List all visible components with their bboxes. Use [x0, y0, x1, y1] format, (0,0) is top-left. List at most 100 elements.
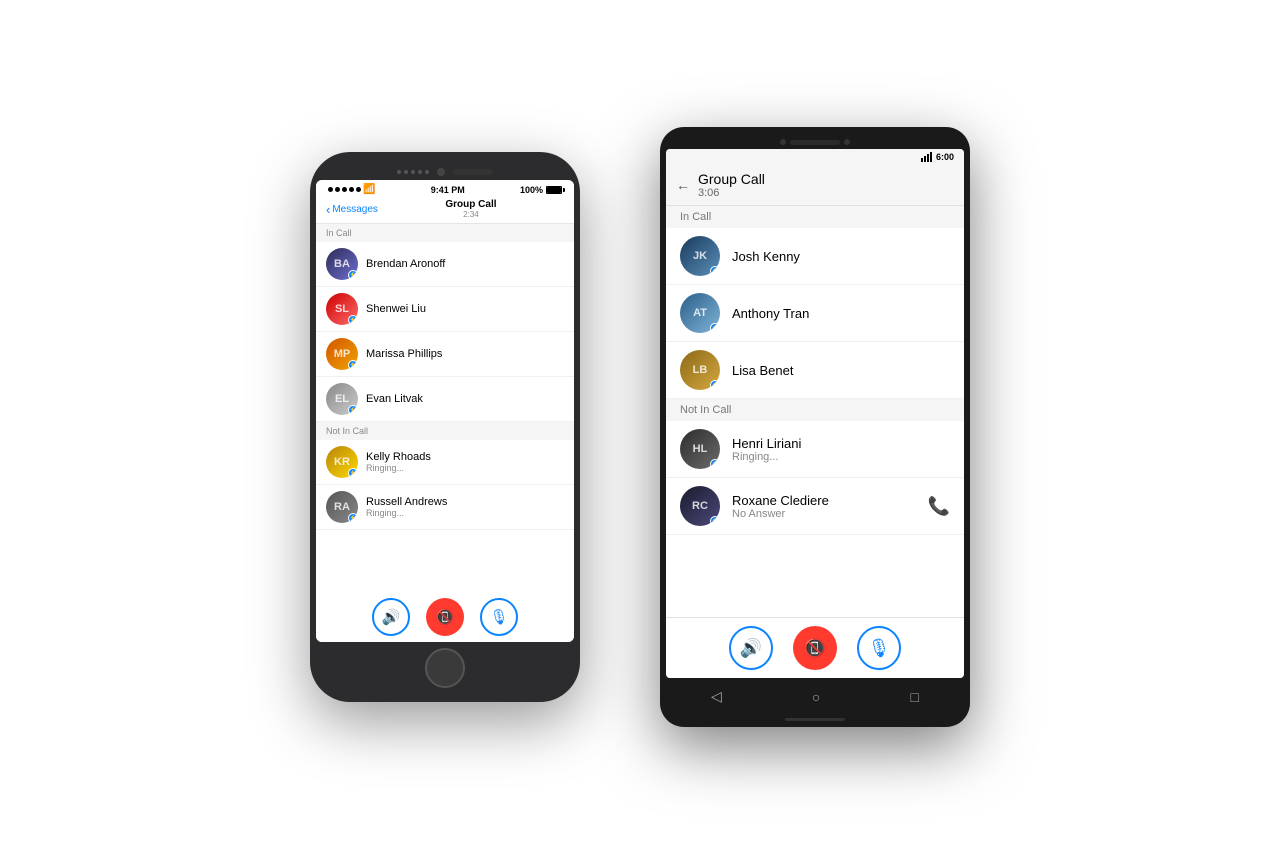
list-item: SL ⚡ Shenwei Liu	[316, 287, 574, 332]
speaker-dot-5	[425, 170, 429, 174]
avatar-russell: RA ⚡	[326, 491, 358, 523]
android-screen: 6:00 ← Group Call 3:06 In Call JK ⚡ Josh…	[666, 149, 964, 678]
contact-name: Henri Liriani	[732, 436, 801, 451]
android-list-item: RC ⚡ Roxane Clediere No Answer 📞	[666, 478, 964, 535]
home-button[interactable]	[425, 648, 465, 688]
android-call-duration: 3:06	[698, 187, 954, 199]
android-hangup-button[interactable]: 📵	[793, 626, 837, 670]
avatar-kelly: KR ⚡	[326, 446, 358, 478]
android-mute-button[interactable]: 🎙	[857, 626, 901, 670]
list-item: EL ⚡ Evan Litvak	[316, 377, 574, 422]
android-list-item: HL ⚡ Henri Liriani Ringing...	[666, 421, 964, 478]
signal-dot-5	[356, 187, 361, 192]
iphone-nav-top: ‹ Messages Group Call 2:34	[326, 199, 564, 219]
wifi-icon: 📶	[363, 184, 375, 195]
iphone-speaker	[453, 169, 493, 175]
iphone-call-list: In Call BA ⚡ Brendan Aronoff SL ⚡ Shenwe…	[316, 224, 574, 588]
iphone-screen: 📶 9:41 PM 100% ‹ Messages Group Call 2:3…	[316, 180, 574, 642]
avatar-evan: EL ⚡	[326, 383, 358, 415]
signal-bars	[921, 152, 932, 162]
signal-dots: 📶	[328, 184, 375, 195]
messenger-badge: ⚡	[348, 513, 358, 523]
speaker-dot-1	[397, 170, 401, 174]
messenger-icon: ⚡	[712, 325, 718, 331]
back-button[interactable]: ‹ Messages	[326, 202, 378, 217]
call-back-icon[interactable]: 📞	[928, 496, 950, 517]
call-title: Group Call	[378, 199, 564, 210]
messenger-badge: ⚡	[710, 516, 720, 526]
avatar-roxane: RC ⚡	[680, 486, 720, 526]
battery-icon	[546, 186, 562, 194]
signal-bar-4	[930, 152, 932, 162]
android-back-nav[interactable]: ◁	[699, 684, 734, 709]
back-label: Messages	[332, 204, 378, 215]
iphone-camera	[437, 168, 445, 176]
messenger-icon: ⚡	[350, 272, 356, 278]
contact-name: Anthony Tran	[732, 306, 809, 321]
iphone-speaker-dots	[397, 170, 429, 174]
list-item: KR ⚡ Kelly Rhoads Ringing...	[316, 440, 574, 485]
contact-status: Ringing...	[366, 508, 447, 518]
in-call-header: In Call	[316, 224, 574, 242]
signal-dot-2	[335, 187, 340, 192]
contact-name: Kelly Rhoads	[366, 451, 431, 463]
android-recent-nav[interactable]: □	[898, 685, 930, 709]
messenger-badge: ⚡	[710, 380, 720, 390]
list-item: RA ⚡ Russell Andrews Ringing...	[316, 485, 574, 530]
messenger-badge: ⚡	[348, 405, 358, 415]
battery-fill	[547, 187, 561, 193]
contact-name: Roxane Clediere	[732, 493, 829, 508]
signal-bar-3	[927, 154, 929, 162]
contact-info: Roxane Clediere No Answer	[732, 493, 829, 520]
android-call-controls: 🔊 📵 🎙	[666, 617, 964, 678]
contact-name: Josh Kenny	[732, 249, 800, 264]
messenger-badge: ⚡	[348, 270, 358, 280]
speaker-dot-2	[404, 170, 408, 174]
avatar-shenwei: SL ⚡	[326, 293, 358, 325]
android-list-item: JK ⚡ Josh Kenny	[666, 228, 964, 285]
android-list-item: LB ⚡ Lisa Benet	[666, 342, 964, 399]
signal-bar-2	[924, 156, 926, 162]
contact-status: No Answer	[732, 508, 829, 520]
battery-percent: 100%	[520, 185, 543, 195]
messenger-badge: ⚡	[710, 266, 720, 276]
contact-info: Russell Andrews Ringing...	[366, 496, 447, 518]
signal-dot-1	[328, 187, 333, 192]
iphone-device: 📶 9:41 PM 100% ‹ Messages Group Call 2:3…	[310, 152, 580, 702]
messenger-icon: ⚡	[350, 407, 356, 413]
avatar-lisa: LB ⚡	[680, 350, 720, 390]
avatar-brendan: BA ⚡	[326, 248, 358, 280]
mute-button[interactable]: 🎙	[480, 598, 518, 636]
messenger-badge: ⚡	[710, 459, 720, 469]
iphone-call-controls: 🔊 📵 🎙	[316, 588, 574, 642]
messenger-badge: ⚡	[348, 360, 358, 370]
hangup-button[interactable]: 📵	[426, 598, 464, 636]
speaker-button[interactable]: 🔊	[372, 598, 410, 636]
iphone-nav-bar: ‹ Messages Group Call 2:34	[316, 197, 574, 224]
android-home-nav[interactable]: ○	[800, 685, 832, 709]
messenger-icon: ⚡	[712, 268, 718, 274]
back-arrow-icon[interactable]: ←	[676, 177, 690, 193]
contact-info: Kelly Rhoads Ringing...	[366, 451, 431, 473]
avatar-henri: HL ⚡	[680, 429, 720, 469]
android-speaker-button[interactable]: 🔊	[729, 626, 773, 670]
messenger-icon: ⚡	[712, 382, 718, 388]
messenger-icon: ⚡	[350, 317, 356, 323]
android-app-bar: ← Group Call 3:06	[666, 165, 964, 206]
messenger-badge: ⚡	[710, 323, 720, 333]
android-sensor-dot	[844, 139, 850, 145]
messenger-icon: ⚡	[350, 515, 356, 521]
android-device: 6:00 ← Group Call 3:06 In Call JK ⚡ Josh…	[660, 127, 970, 727]
android-time: 6:00	[936, 152, 954, 162]
not-in-call-header: Not In Call	[316, 422, 574, 440]
signal-bar-1	[921, 158, 923, 162]
android-title-area: Group Call 3:06	[698, 171, 954, 199]
contact-name: Shenwei Liu	[366, 303, 426, 315]
android-not-in-call-header: Not In Call	[666, 399, 964, 421]
android-call-list: In Call JK ⚡ Josh Kenny AT ⚡ Anthony Tra…	[666, 206, 964, 617]
android-chin	[785, 718, 845, 721]
android-camera-dot	[780, 139, 786, 145]
call-duration: 2:34	[378, 210, 564, 219]
iphone-top-bar	[316, 162, 574, 180]
list-item: MP ⚡ Marissa Phillips	[316, 332, 574, 377]
